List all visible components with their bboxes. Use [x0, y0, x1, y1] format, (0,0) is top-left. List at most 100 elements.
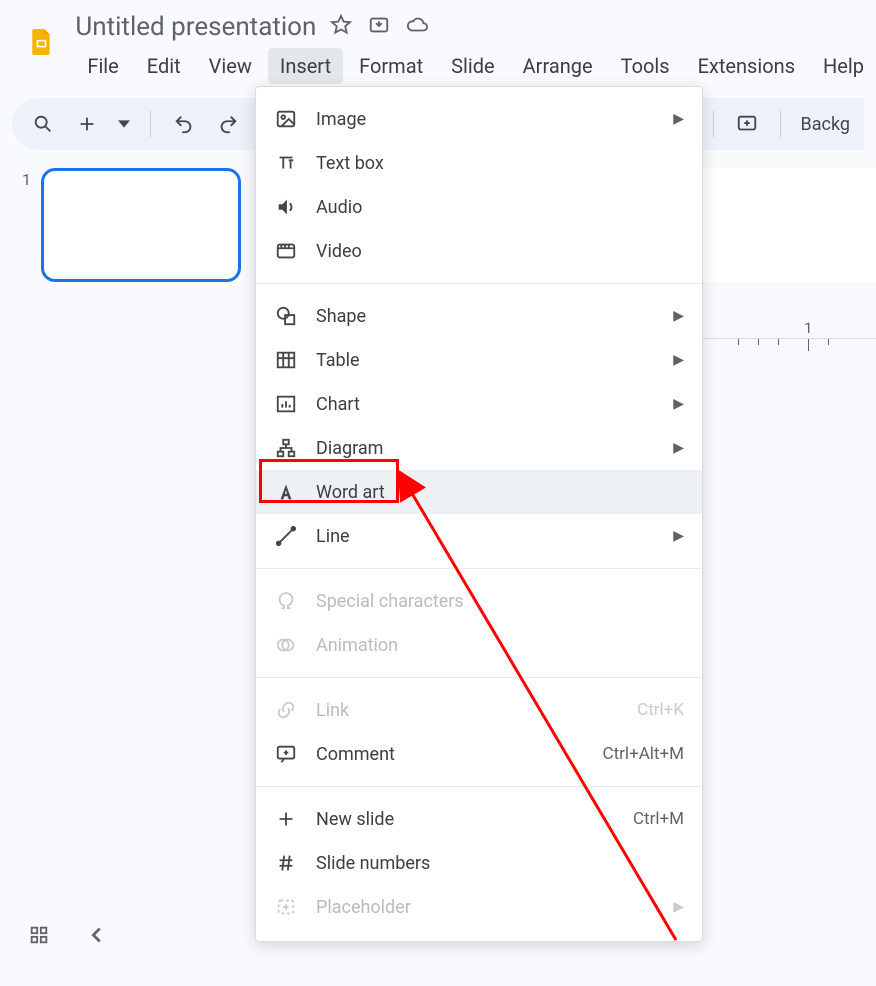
app-header: Untitled presentation File Edit View Ins…: [0, 0, 876, 84]
menu-extensions[interactable]: Extensions: [686, 48, 807, 84]
hash-icon: [274, 852, 298, 874]
menu-item-diagram[interactable]: Diagram ▶: [256, 426, 702, 470]
menu-item-specialchars: Special characters: [256, 579, 702, 623]
grid-view-button[interactable]: [28, 924, 50, 950]
menu-item-video[interactable]: Video: [256, 229, 702, 273]
menu-arrange[interactable]: Arrange: [511, 48, 605, 84]
ruler-mark-1: 1: [804, 319, 812, 337]
menu-format[interactable]: Format: [347, 48, 435, 84]
menu-item-label: New slide: [316, 809, 394, 830]
menu-item-audio[interactable]: Audio: [256, 185, 702, 229]
menu-item-shortcut: Ctrl+K: [637, 700, 684, 720]
menu-item-animation: Animation: [256, 623, 702, 667]
menu-item-comment[interactable]: Comment Ctrl+Alt+M: [256, 732, 702, 776]
menu-item-placeholder: Placeholder ▶: [256, 885, 702, 929]
menu-item-shortcut: Ctrl+M: [633, 809, 684, 829]
omega-icon: [274, 590, 298, 612]
menu-item-line[interactable]: Line ▶: [256, 514, 702, 558]
menu-item-shortcut: Ctrl+Alt+M: [603, 744, 684, 764]
menu-item-link: Link Ctrl+K: [256, 688, 702, 732]
menu-separator: [256, 677, 702, 678]
submenu-arrow-icon: ▶: [673, 352, 684, 368]
menu-item-shape[interactable]: Shape ▶: [256, 294, 702, 338]
search-button[interactable]: [26, 107, 60, 141]
menu-separator: [256, 283, 702, 284]
plus-icon: [274, 808, 298, 830]
table-icon: [274, 349, 298, 371]
document-title[interactable]: Untitled presentation: [75, 12, 316, 42]
menu-item-table[interactable]: Table ▶: [256, 338, 702, 382]
insert-menu-dropdown: Image ▶ Text box Audio Video Shape ▶ Ta: [255, 86, 703, 942]
toolbar-separator: [780, 111, 781, 137]
shape-icon: [274, 305, 298, 327]
menu-view[interactable]: View: [197, 48, 264, 84]
move-icon[interactable]: [368, 14, 390, 40]
menu-insert[interactable]: Insert: [268, 48, 343, 84]
menu-item-label: Comment: [316, 744, 395, 765]
line-icon: [274, 525, 298, 547]
menu-item-label: Shape: [316, 306, 366, 327]
diagram-icon: [274, 437, 298, 459]
add-comment-button[interactable]: [730, 107, 764, 141]
submenu-arrow-icon: ▶: [673, 440, 684, 456]
slides-logo[interactable]: [20, 16, 63, 68]
comment-icon: [274, 743, 298, 765]
slide-number: 1: [22, 170, 31, 282]
slide-panel: 1: [0, 168, 250, 282]
prev-slide-button[interactable]: [86, 924, 108, 950]
menu-item-label: Video: [316, 241, 362, 262]
toolbar-separator: [713, 111, 714, 137]
footer-controls: [28, 924, 108, 950]
menu-item-label: Table: [316, 350, 360, 371]
submenu-arrow-icon: ▶: [673, 308, 684, 324]
menu-item-label: Slide numbers: [316, 853, 430, 874]
submenu-arrow-icon: ▶: [673, 528, 684, 544]
menu-item-label: Chart: [316, 394, 360, 415]
undo-button[interactable]: [167, 107, 201, 141]
audio-icon: [274, 196, 298, 218]
slide-thumbnail-1[interactable]: [41, 168, 241, 282]
menu-item-label: Diagram: [316, 438, 383, 459]
menu-item-label: Animation: [316, 635, 398, 656]
menu-item-label: Placeholder: [316, 897, 411, 918]
cloud-status-icon[interactable]: [406, 14, 428, 40]
menu-file[interactable]: File: [75, 48, 130, 84]
menu-separator: [256, 786, 702, 787]
menu-item-chart[interactable]: Chart ▶: [256, 382, 702, 426]
new-slide-button[interactable]: [70, 107, 104, 141]
menubar: File Edit View Insert Format Slide Arran…: [75, 48, 876, 84]
menu-item-label: Image: [316, 109, 366, 130]
animation-icon: [274, 634, 298, 656]
menu-item-label: Special characters: [316, 591, 464, 612]
menu-slide[interactable]: Slide: [439, 48, 507, 84]
submenu-arrow-icon: ▶: [673, 899, 684, 915]
wordart-icon: [274, 481, 298, 503]
link-icon: [274, 699, 298, 721]
menu-help[interactable]: Help: [811, 48, 876, 84]
menu-separator: [256, 568, 702, 569]
menu-item-label: Text box: [316, 153, 384, 174]
menu-tools[interactable]: Tools: [609, 48, 682, 84]
redo-button[interactable]: [211, 107, 245, 141]
menu-item-newslide[interactable]: New slide Ctrl+M: [256, 797, 702, 841]
new-slide-dropdown[interactable]: [114, 107, 134, 141]
chart-icon: [274, 393, 298, 415]
background-button[interactable]: Backg: [797, 114, 850, 135]
placeholder-icon: [274, 896, 298, 918]
menu-item-label: Audio: [316, 197, 362, 218]
submenu-arrow-icon: ▶: [673, 111, 684, 127]
toolbar-separator: [150, 111, 151, 137]
menu-item-image[interactable]: Image ▶: [256, 97, 702, 141]
menu-edit[interactable]: Edit: [135, 48, 193, 84]
menu-item-label: Line: [316, 526, 350, 547]
video-icon: [274, 240, 298, 262]
star-icon[interactable]: [330, 14, 352, 40]
menu-item-textbox[interactable]: Text box: [256, 141, 702, 185]
menu-item-wordart[interactable]: Word art: [256, 470, 702, 514]
submenu-arrow-icon: ▶: [673, 396, 684, 412]
menu-item-label: Link: [316, 700, 349, 721]
menu-item-label: Word art: [316, 482, 385, 503]
image-icon: [274, 108, 298, 130]
textbox-icon: [274, 152, 298, 174]
menu-item-slidenumbers[interactable]: Slide numbers: [256, 841, 702, 885]
